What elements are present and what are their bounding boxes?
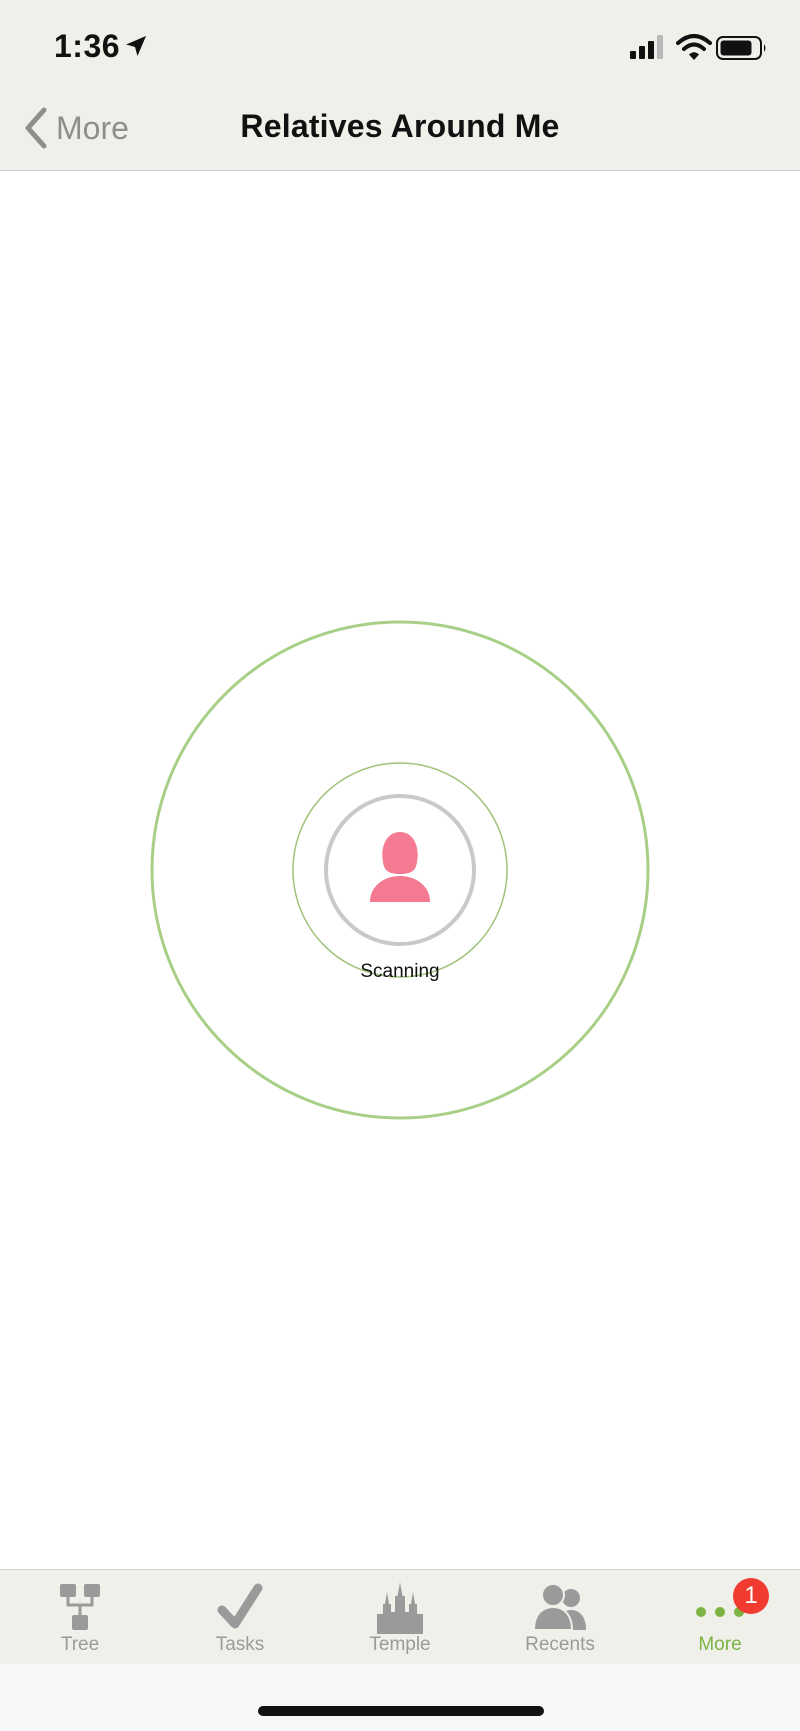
tab-bar: Tree Tasks Temple Recents More xyxy=(0,1569,800,1664)
status-bar: 1:36 xyxy=(0,0,800,92)
tab-temple[interactable]: Temple xyxy=(320,1570,480,1664)
page-title: Relatives Around Me xyxy=(240,108,560,144)
home-indicator[interactable] xyxy=(258,1706,544,1716)
tab-label: Recents xyxy=(525,1634,595,1655)
tab-more[interactable]: More xyxy=(640,1570,800,1664)
tab-tree[interactable]: Tree xyxy=(0,1570,160,1664)
temple-icon xyxy=(377,1582,423,1634)
cellular-signal-icon xyxy=(630,35,663,59)
status-time: 1:36 xyxy=(54,28,121,64)
people-icon xyxy=(533,1583,586,1631)
location-arrow-icon xyxy=(126,36,146,56)
tab-recents[interactable]: Recents xyxy=(480,1570,640,1664)
tab-tasks[interactable]: Tasks xyxy=(160,1570,320,1664)
scanning-status: Scanning xyxy=(360,961,440,982)
tab-label: Tasks xyxy=(215,1634,265,1655)
home-indicator-area xyxy=(0,1664,800,1731)
tree-icon xyxy=(60,1584,100,1630)
more-notification-badge: 1 xyxy=(733,1578,769,1614)
tab-label: Temple xyxy=(369,1634,431,1655)
battery-icon xyxy=(716,36,766,60)
tab-label: More xyxy=(698,1634,742,1655)
tab-label: Tree xyxy=(60,1634,100,1655)
checkmark-icon xyxy=(217,1583,263,1629)
scan-radar xyxy=(150,620,650,1120)
navigation-bar: More Relatives Around Me xyxy=(0,92,800,171)
wifi-icon xyxy=(676,34,712,60)
